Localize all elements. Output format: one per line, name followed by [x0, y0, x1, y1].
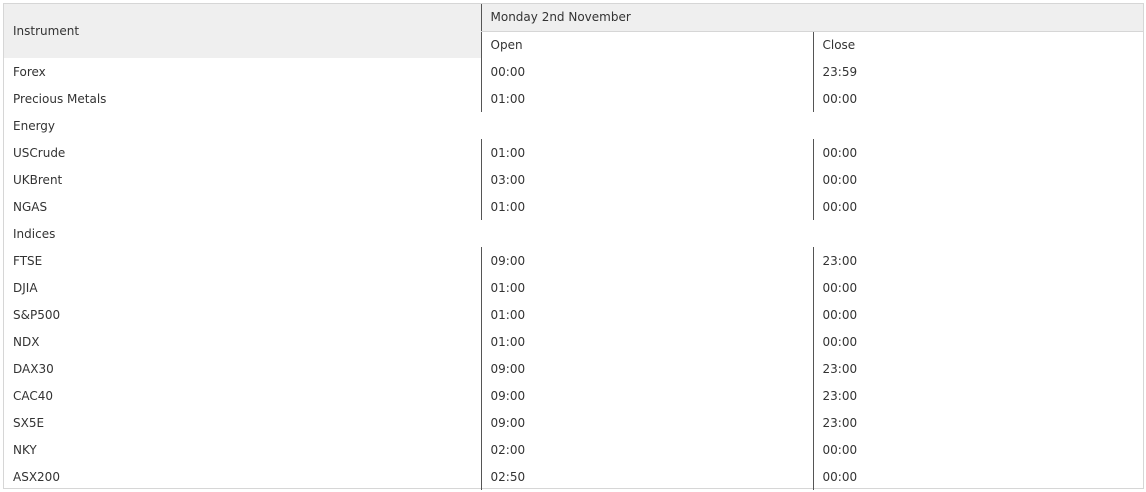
table-row: Precious Metals 01:00 00:00: [4, 85, 1144, 112]
table-row: DJIA 01:00 00:00: [4, 274, 1144, 301]
table-row: NKY 02:00 00:00: [4, 436, 1144, 463]
close-time-cell: 23:59: [812, 58, 1144, 85]
instrument-cell: CAC40: [13, 388, 54, 403]
section-label: Indices: [13, 226, 56, 241]
instrument-cell: ASX200: [13, 469, 60, 484]
open-time-cell: 01:00: [480, 328, 813, 355]
close-time-cell: 00:00: [812, 139, 1144, 166]
instrument-cell: NGAS: [13, 199, 48, 214]
instrument-cell: DJIA: [13, 280, 38, 295]
instrument-column-header: Instrument: [4, 4, 481, 58]
instrument-cell: S&P500: [13, 307, 61, 322]
close-time-cell: 00:00: [812, 274, 1144, 301]
table-row: UKBrent 03:00 00:00: [4, 166, 1144, 193]
close-time-cell: 00:00: [812, 193, 1144, 220]
instrument-cell: NDX: [13, 334, 40, 349]
instrument-cell: DAX30: [13, 361, 54, 376]
trading-hours-panel: Instrument Monday 2nd November Open Clos…: [3, 3, 1144, 490]
table-row: USCrude 01:00 00:00: [4, 139, 1144, 166]
open-time-cell: 02:00: [480, 436, 813, 463]
open-time-cell: 01:00: [480, 139, 813, 166]
close-time-cell: 23:00: [812, 247, 1144, 274]
instrument-cell: NKY: [13, 442, 37, 457]
open-time-cell: 09:00: [480, 382, 813, 409]
header-row: Instrument Monday 2nd November: [4, 4, 1144, 58]
table-body: Forex 00:00 23:59 Precious Metals 01:00 00:00…: [4, 58, 1144, 490]
table-row: S&P500 01:00 00:00: [4, 301, 1144, 328]
close-time-cell: 00:00: [812, 463, 1144, 490]
section-label: Energy: [13, 118, 56, 133]
open-time-cell: 03:00: [480, 166, 813, 193]
close-time-cell: 00:00: [812, 301, 1144, 328]
table-row: SX5E 09:00 23:00: [4, 409, 1144, 436]
instrument-cell: Forex: [13, 64, 46, 79]
instrument-cell: Precious Metals: [13, 91, 107, 106]
trading-hours-table: Instrument Monday 2nd November Open Clos…: [4, 4, 1144, 490]
open-time-cell: 02:50: [480, 463, 813, 490]
instrument-cell: SX5E: [13, 415, 45, 430]
table-header: Instrument Monday 2nd November Open Clos…: [4, 4, 1144, 58]
open-time-cell: 01:00: [480, 274, 813, 301]
close-time-cell: 23:00: [812, 409, 1144, 436]
open-time-cell: 09:00: [480, 355, 813, 382]
close-time-cell: 23:00: [812, 382, 1144, 409]
instrument-cell: USCrude: [13, 145, 66, 160]
close-time-cell: 23:00: [812, 355, 1144, 382]
instrument-cell: FTSE: [13, 253, 43, 268]
table-row: FTSE 09:00 23:00: [4, 247, 1144, 274]
section-row: Indices: [4, 220, 1143, 247]
table-row: DAX30 09:00 23:00: [4, 355, 1144, 382]
table-row: ASX200 02:50 00:00: [4, 463, 1144, 490]
open-column-header: Open: [480, 31, 813, 58]
close-time-cell: 00:00: [812, 436, 1144, 463]
date-column-header: Monday 2nd November: [480, 4, 1144, 32]
open-time-cell: 09:00: [480, 409, 813, 436]
table-row: NDX 01:00 00:00: [4, 328, 1144, 355]
close-time-cell: 00:00: [812, 328, 1144, 355]
open-time-cell: 01:00: [480, 193, 813, 220]
section-row: Energy: [4, 112, 1143, 139]
close-time-cell: 00:00: [812, 85, 1144, 112]
open-time-cell: 01:00: [480, 301, 813, 328]
open-time-cell: 01:00: [480, 85, 813, 112]
table-row: NGAS 01:00 00:00: [4, 193, 1144, 220]
table-row: Forex 00:00 23:59: [4, 58, 1144, 85]
table-row: CAC40 09:00 23:00: [4, 382, 1144, 409]
instrument-cell: UKBrent: [13, 172, 63, 187]
close-column-header: Close: [812, 31, 1144, 58]
close-time-cell: 00:00: [812, 166, 1144, 193]
open-time-cell: 00:00: [480, 58, 813, 85]
open-time-cell: 09:00: [480, 247, 813, 274]
